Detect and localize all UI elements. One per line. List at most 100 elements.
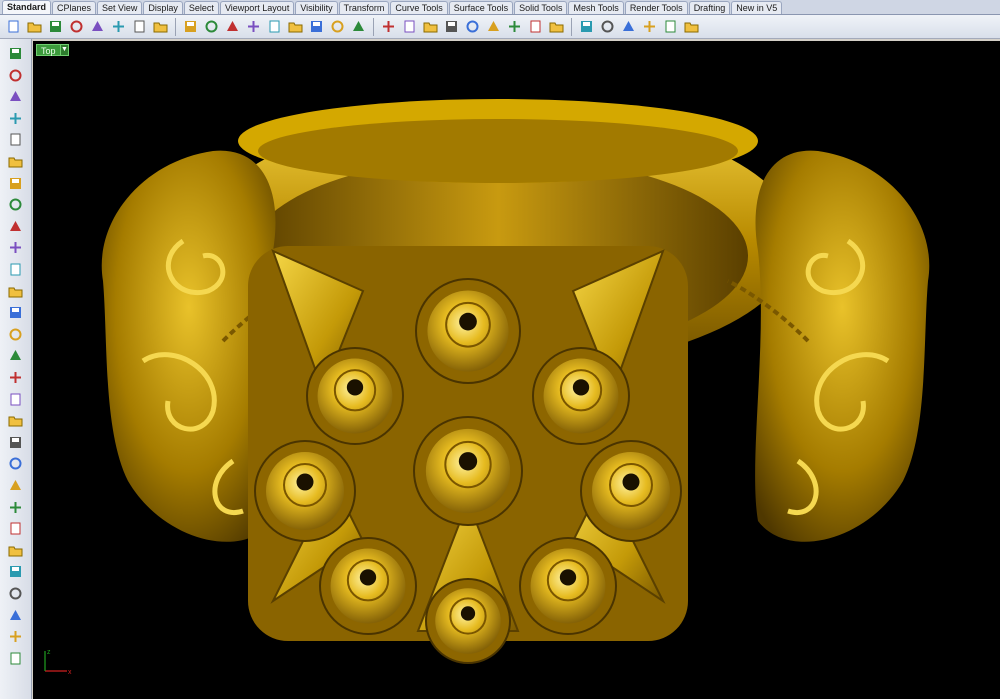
tab-select[interactable]: Select bbox=[183, 1, 219, 14]
tab-cplanes[interactable]: CPlanes bbox=[52, 1, 97, 14]
stone-setting-cup bbox=[415, 278, 521, 384]
block-icon[interactable] bbox=[7, 607, 24, 624]
axis-y-label: z bbox=[47, 649, 51, 656]
toolbar-separator bbox=[373, 17, 374, 36]
cplane-icon[interactable] bbox=[379, 17, 398, 36]
zoom-window-icon[interactable] bbox=[244, 17, 263, 36]
lights-icon[interactable] bbox=[463, 17, 482, 36]
viewport-menu-chevron-down-icon[interactable]: ▼ bbox=[60, 44, 69, 56]
tab-display[interactable]: Display bbox=[143, 1, 183, 14]
rotate-view-icon[interactable] bbox=[328, 17, 347, 36]
tab-set-view[interactable]: Set View bbox=[97, 1, 143, 14]
fillet-curve-icon[interactable] bbox=[7, 239, 24, 256]
transform-icon[interactable] bbox=[7, 455, 24, 472]
render-preview-icon[interactable] bbox=[577, 17, 596, 36]
select-arrow-icon[interactable] bbox=[7, 45, 24, 62]
left-tool-palette bbox=[0, 39, 32, 699]
color-wheel-icon[interactable] bbox=[526, 17, 545, 36]
settings-gear-icon[interactable] bbox=[640, 17, 659, 36]
print-icon[interactable] bbox=[67, 17, 86, 36]
open-folder-icon[interactable] bbox=[25, 17, 44, 36]
properties-icon[interactable] bbox=[484, 17, 503, 36]
top-viewport[interactable]: Top ▼ x z bbox=[33, 41, 1000, 699]
boolean-icon[interactable] bbox=[7, 412, 24, 429]
pan-hand-icon[interactable] bbox=[202, 17, 221, 36]
dimension-icon[interactable] bbox=[7, 499, 24, 516]
cylinder-icon[interactable] bbox=[7, 369, 24, 386]
ortho-icon[interactable] bbox=[400, 17, 419, 36]
new-file-icon[interactable] bbox=[4, 17, 23, 36]
stone-setting-cup bbox=[413, 416, 523, 526]
tab-visibility[interactable]: Visibility bbox=[295, 1, 338, 14]
toolbar-separator bbox=[175, 17, 176, 36]
grid-icon[interactable] bbox=[7, 585, 24, 602]
undo-icon[interactable] bbox=[181, 17, 200, 36]
zoom-extents-icon[interactable] bbox=[286, 17, 305, 36]
tab-new-in-v5[interactable]: New in V5 bbox=[731, 1, 783, 14]
paste-icon[interactable] bbox=[151, 17, 170, 36]
zoom-selected-icon[interactable] bbox=[307, 17, 326, 36]
gold-ring-model[interactable] bbox=[33, 41, 1000, 699]
offset-icon[interactable] bbox=[7, 261, 24, 278]
standard-toolbar bbox=[0, 15, 1000, 39]
stone-setting-cup bbox=[254, 440, 356, 542]
ring-band-rim-inner bbox=[258, 119, 738, 183]
render-icon[interactable] bbox=[7, 628, 24, 645]
render-sphere-icon[interactable] bbox=[547, 17, 566, 36]
solid-sphere-icon[interactable] bbox=[7, 347, 24, 364]
tab-curve-tools[interactable]: Curve Tools bbox=[390, 1, 448, 14]
toolbar-tab-bar: Standard CPlanes Set View Display Select View… bbox=[0, 0, 1000, 15]
stone-setting-cup bbox=[319, 537, 417, 635]
save-icon[interactable] bbox=[46, 17, 65, 36]
polygon-icon[interactable] bbox=[7, 218, 24, 235]
tab-transform[interactable]: Transform bbox=[338, 1, 390, 14]
rectangle-icon[interactable] bbox=[7, 196, 24, 213]
right-shoulder-carving bbox=[755, 150, 930, 542]
stone-setting-cup bbox=[306, 347, 404, 445]
polyline-icon[interactable] bbox=[7, 88, 24, 105]
circle-icon[interactable] bbox=[7, 131, 24, 148]
toggle-icon[interactable] bbox=[619, 17, 638, 36]
layer-icon[interactable] bbox=[421, 17, 440, 36]
tab-standard[interactable]: Standard bbox=[2, 0, 52, 14]
stone-setting-cup bbox=[425, 578, 511, 664]
tab-solid-tools[interactable]: Solid Tools bbox=[514, 1, 568, 14]
select-icon[interactable] bbox=[442, 17, 461, 36]
viewport-title[interactable]: Top bbox=[36, 44, 61, 56]
stone-setting-cup bbox=[580, 440, 682, 542]
help-icon[interactable] bbox=[682, 17, 701, 36]
shaded-sphere-icon[interactable] bbox=[598, 17, 617, 36]
mesh-icon[interactable] bbox=[7, 434, 24, 451]
toolbar-separator bbox=[571, 17, 572, 36]
four-viewports-icon[interactable] bbox=[349, 17, 368, 36]
more-icon[interactable] bbox=[7, 650, 24, 667]
tab-viewport-layout[interactable]: Viewport Layout bbox=[219, 1, 295, 14]
paint-icon[interactable] bbox=[505, 17, 524, 36]
analyze-icon[interactable] bbox=[7, 563, 24, 580]
edit-points-icon[interactable] bbox=[7, 477, 24, 494]
text-icon[interactable] bbox=[7, 542, 24, 559]
ellipse-icon[interactable] bbox=[7, 153, 24, 170]
axis-x-label: x bbox=[68, 669, 72, 676]
curve-icon[interactable] bbox=[7, 110, 24, 127]
point-icon[interactable] bbox=[7, 67, 24, 84]
split-icon[interactable] bbox=[7, 520, 24, 537]
tab-surface-tools[interactable]: Surface Tools bbox=[448, 1, 514, 14]
arc-icon[interactable] bbox=[7, 175, 24, 192]
cut-icon[interactable] bbox=[109, 17, 128, 36]
stone-setting-cup bbox=[532, 347, 630, 445]
import-icon[interactable] bbox=[88, 17, 107, 36]
zoom-dynamic-icon[interactable] bbox=[265, 17, 284, 36]
extrude-icon[interactable] bbox=[7, 304, 24, 321]
copy-icon[interactable] bbox=[130, 17, 149, 36]
plane-surface-icon[interactable] bbox=[7, 391, 24, 408]
tab-drafting[interactable]: Drafting bbox=[688, 1, 731, 14]
stone-setting-cup bbox=[519, 537, 617, 635]
tab-mesh-tools[interactable]: Mesh Tools bbox=[568, 1, 624, 14]
move-icon[interactable] bbox=[223, 17, 242, 36]
solid-box-icon[interactable] bbox=[7, 326, 24, 343]
tab-render-tools[interactable]: Render Tools bbox=[624, 1, 688, 14]
surface-icon[interactable] bbox=[7, 283, 24, 300]
grid-snap-icon[interactable] bbox=[661, 17, 680, 36]
world-axes-icon: x z bbox=[44, 649, 72, 676]
